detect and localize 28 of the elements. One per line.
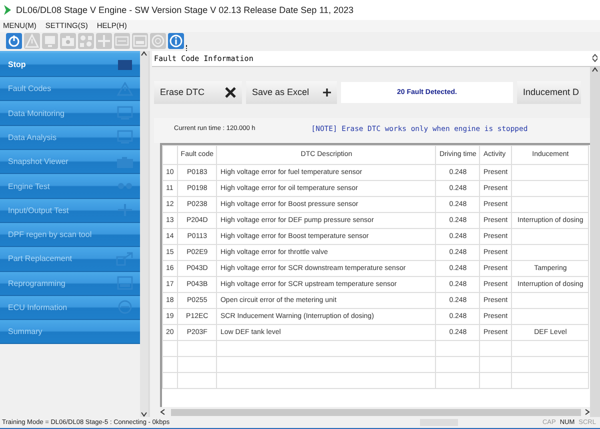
app-logo-icon [4, 4, 11, 15]
info-icon[interactable] [168, 33, 184, 50]
monitor-icon [116, 106, 134, 120]
erase-button[interactable]: Erase DTC [154, 80, 242, 104]
power-icon[interactable] [6, 33, 22, 50]
scroll-left-icon [160, 409, 165, 416]
save-button[interactable]: Save as Excel [246, 80, 337, 104]
expand-icon [116, 252, 134, 266]
scroll-up-icon [141, 50, 147, 56]
scrollbar[interactable] [590, 66, 600, 418]
scrollbar[interactable] [140, 50, 148, 418]
scroll-up-icon [592, 54, 598, 58]
warning-icon [116, 82, 134, 96]
camera-icon [116, 154, 134, 169]
scroll-right-icon [585, 409, 590, 416]
close-icon [225, 86, 236, 98]
plus-icon [323, 86, 331, 98]
stop-icon [116, 58, 134, 72]
scroll-down-icon [592, 58, 598, 62]
inducement-button[interactable]: Inducement D [517, 80, 582, 104]
scrollbar-thumb[interactable] [171, 408, 581, 416]
scroll-down-icon [141, 412, 147, 418]
scroll-up-icon [592, 66, 598, 72]
window-title: DL06/DL08 Stage V Engine - SW Version Stage V 02.13 Release Date Sep 11, 2023 [16, 4, 354, 15]
chip-icon [116, 276, 134, 290]
sidebar-item[interactable]: Stop [0, 52, 140, 78]
circle-icon [116, 300, 134, 314]
monitor-icon [116, 130, 134, 144]
